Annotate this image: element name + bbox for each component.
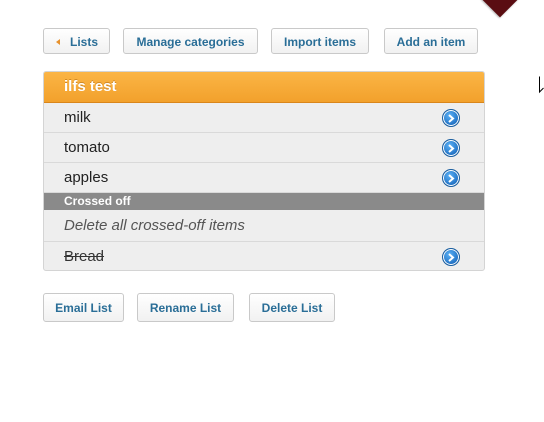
back-button-label: Lists <box>70 35 99 49</box>
list-item[interactable]: milk <box>44 103 484 133</box>
crossed-list-item[interactable]: Bread <box>44 242 484 270</box>
detail-disclosure-icon[interactable] <box>442 139 460 157</box>
list-item-label: apples <box>64 169 109 186</box>
list-item[interactable]: apples <box>44 163 484 193</box>
email-list-button[interactable]: Email List <box>43 293 124 322</box>
add-item-button[interactable]: Add an item <box>384 28 478 54</box>
rename-list-button[interactable]: Rename List <box>137 293 234 322</box>
back-arrow-icon <box>56 39 60 45</box>
detail-disclosure-icon[interactable] <box>442 248 460 266</box>
list-panel: ilfs test milk tomato apples Crossed off… <box>43 71 485 271</box>
list-title: ilfs test <box>44 72 484 103</box>
corner-decoration <box>481 0 519 18</box>
mouse-pointer-icon <box>539 76 544 99</box>
crossed-item-label: Bread <box>64 248 105 265</box>
manage-categories-button[interactable]: Manage categories <box>123 28 258 54</box>
list-item[interactable]: tomato <box>44 133 484 163</box>
delete-list-button[interactable]: Delete List <box>249 293 335 322</box>
import-items-button[interactable]: Import items <box>271 28 369 54</box>
detail-disclosure-icon[interactable] <box>442 169 460 187</box>
delete-crossed-items-label: Delete all crossed-off items <box>64 217 245 234</box>
detail-disclosure-icon[interactable] <box>442 109 460 127</box>
delete-crossed-items-button[interactable]: Delete all crossed-off items <box>44 210 484 242</box>
back-to-lists-button[interactable]: Lists <box>43 28 110 54</box>
list-item-label: tomato <box>64 139 110 156</box>
crossed-off-section-header: Crossed off <box>44 193 484 210</box>
list-item-label: milk <box>64 109 91 126</box>
